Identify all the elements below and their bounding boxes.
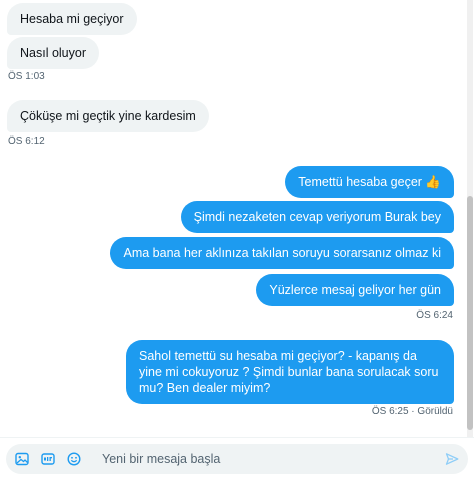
dm-window: Hesaba mi geçiyor Nasıl oluyor ÖS 1:03 Ç…: [0, 0, 474, 477]
message-outgoing[interactable]: Ama bana her aklınıza takılan soruyu sor…: [110, 237, 454, 269]
message-input[interactable]: [102, 450, 422, 468]
scrollbar[interactable]: [467, 0, 473, 437]
message-outgoing[interactable]: Sahol temettü su hesaba mi geçiyor? - ka…: [126, 340, 454, 404]
message-text: Çöküşe mi geçtik yine kardesim: [20, 109, 196, 123]
composer: [6, 444, 468, 474]
composer-bar: [0, 437, 474, 477]
gif-icon[interactable]: [38, 449, 58, 469]
message-text: Nasıl oluyor: [20, 46, 86, 60]
message-outgoing[interactable]: Şimdi nezaketen cevap veriyorum Burak be…: [180, 201, 454, 233]
emoji-icon[interactable]: [64, 449, 84, 469]
message-timestamp: ÖS 6:25 · Görüldü: [371, 406, 453, 417]
message-text: Temettü hesaba geçer 👍: [298, 175, 441, 189]
message-timestamp: ÖS 1:03: [8, 71, 45, 82]
message-text: Yüzlerce mesaj geliyor her gün: [269, 283, 441, 297]
image-icon[interactable]: [12, 449, 32, 469]
message-outgoing[interactable]: Temettü hesaba geçer 👍: [285, 166, 454, 198]
message-incoming[interactable]: Hesaba mi geçiyor: [7, 3, 137, 35]
send-icon[interactable]: [442, 449, 462, 469]
message-incoming[interactable]: Nasıl oluyor: [7, 37, 99, 69]
message-incoming[interactable]: Çöküşe mi geçtik yine kardesim: [7, 100, 209, 132]
message-timestamp: ÖS 6:12: [8, 136, 45, 147]
message-text: Ama bana her aklınıza takılan soruyu sor…: [123, 246, 441, 260]
message-text: Şimdi nezaketen cevap veriyorum Burak be…: [193, 210, 441, 224]
scrollbar-thumb[interactable]: [467, 196, 473, 430]
message-text: Hesaba mi geçiyor: [20, 12, 124, 26]
message-thread: Hesaba mi geçiyor Nasıl oluyor ÖS 1:03 Ç…: [0, 0, 466, 437]
message-text: Sahol temettü su hesaba mi geçiyor? - ka…: [139, 349, 439, 395]
message-timestamp: ÖS 6:24: [416, 310, 453, 321]
message-outgoing[interactable]: Yüzlerce mesaj geliyor her gün: [256, 274, 454, 306]
